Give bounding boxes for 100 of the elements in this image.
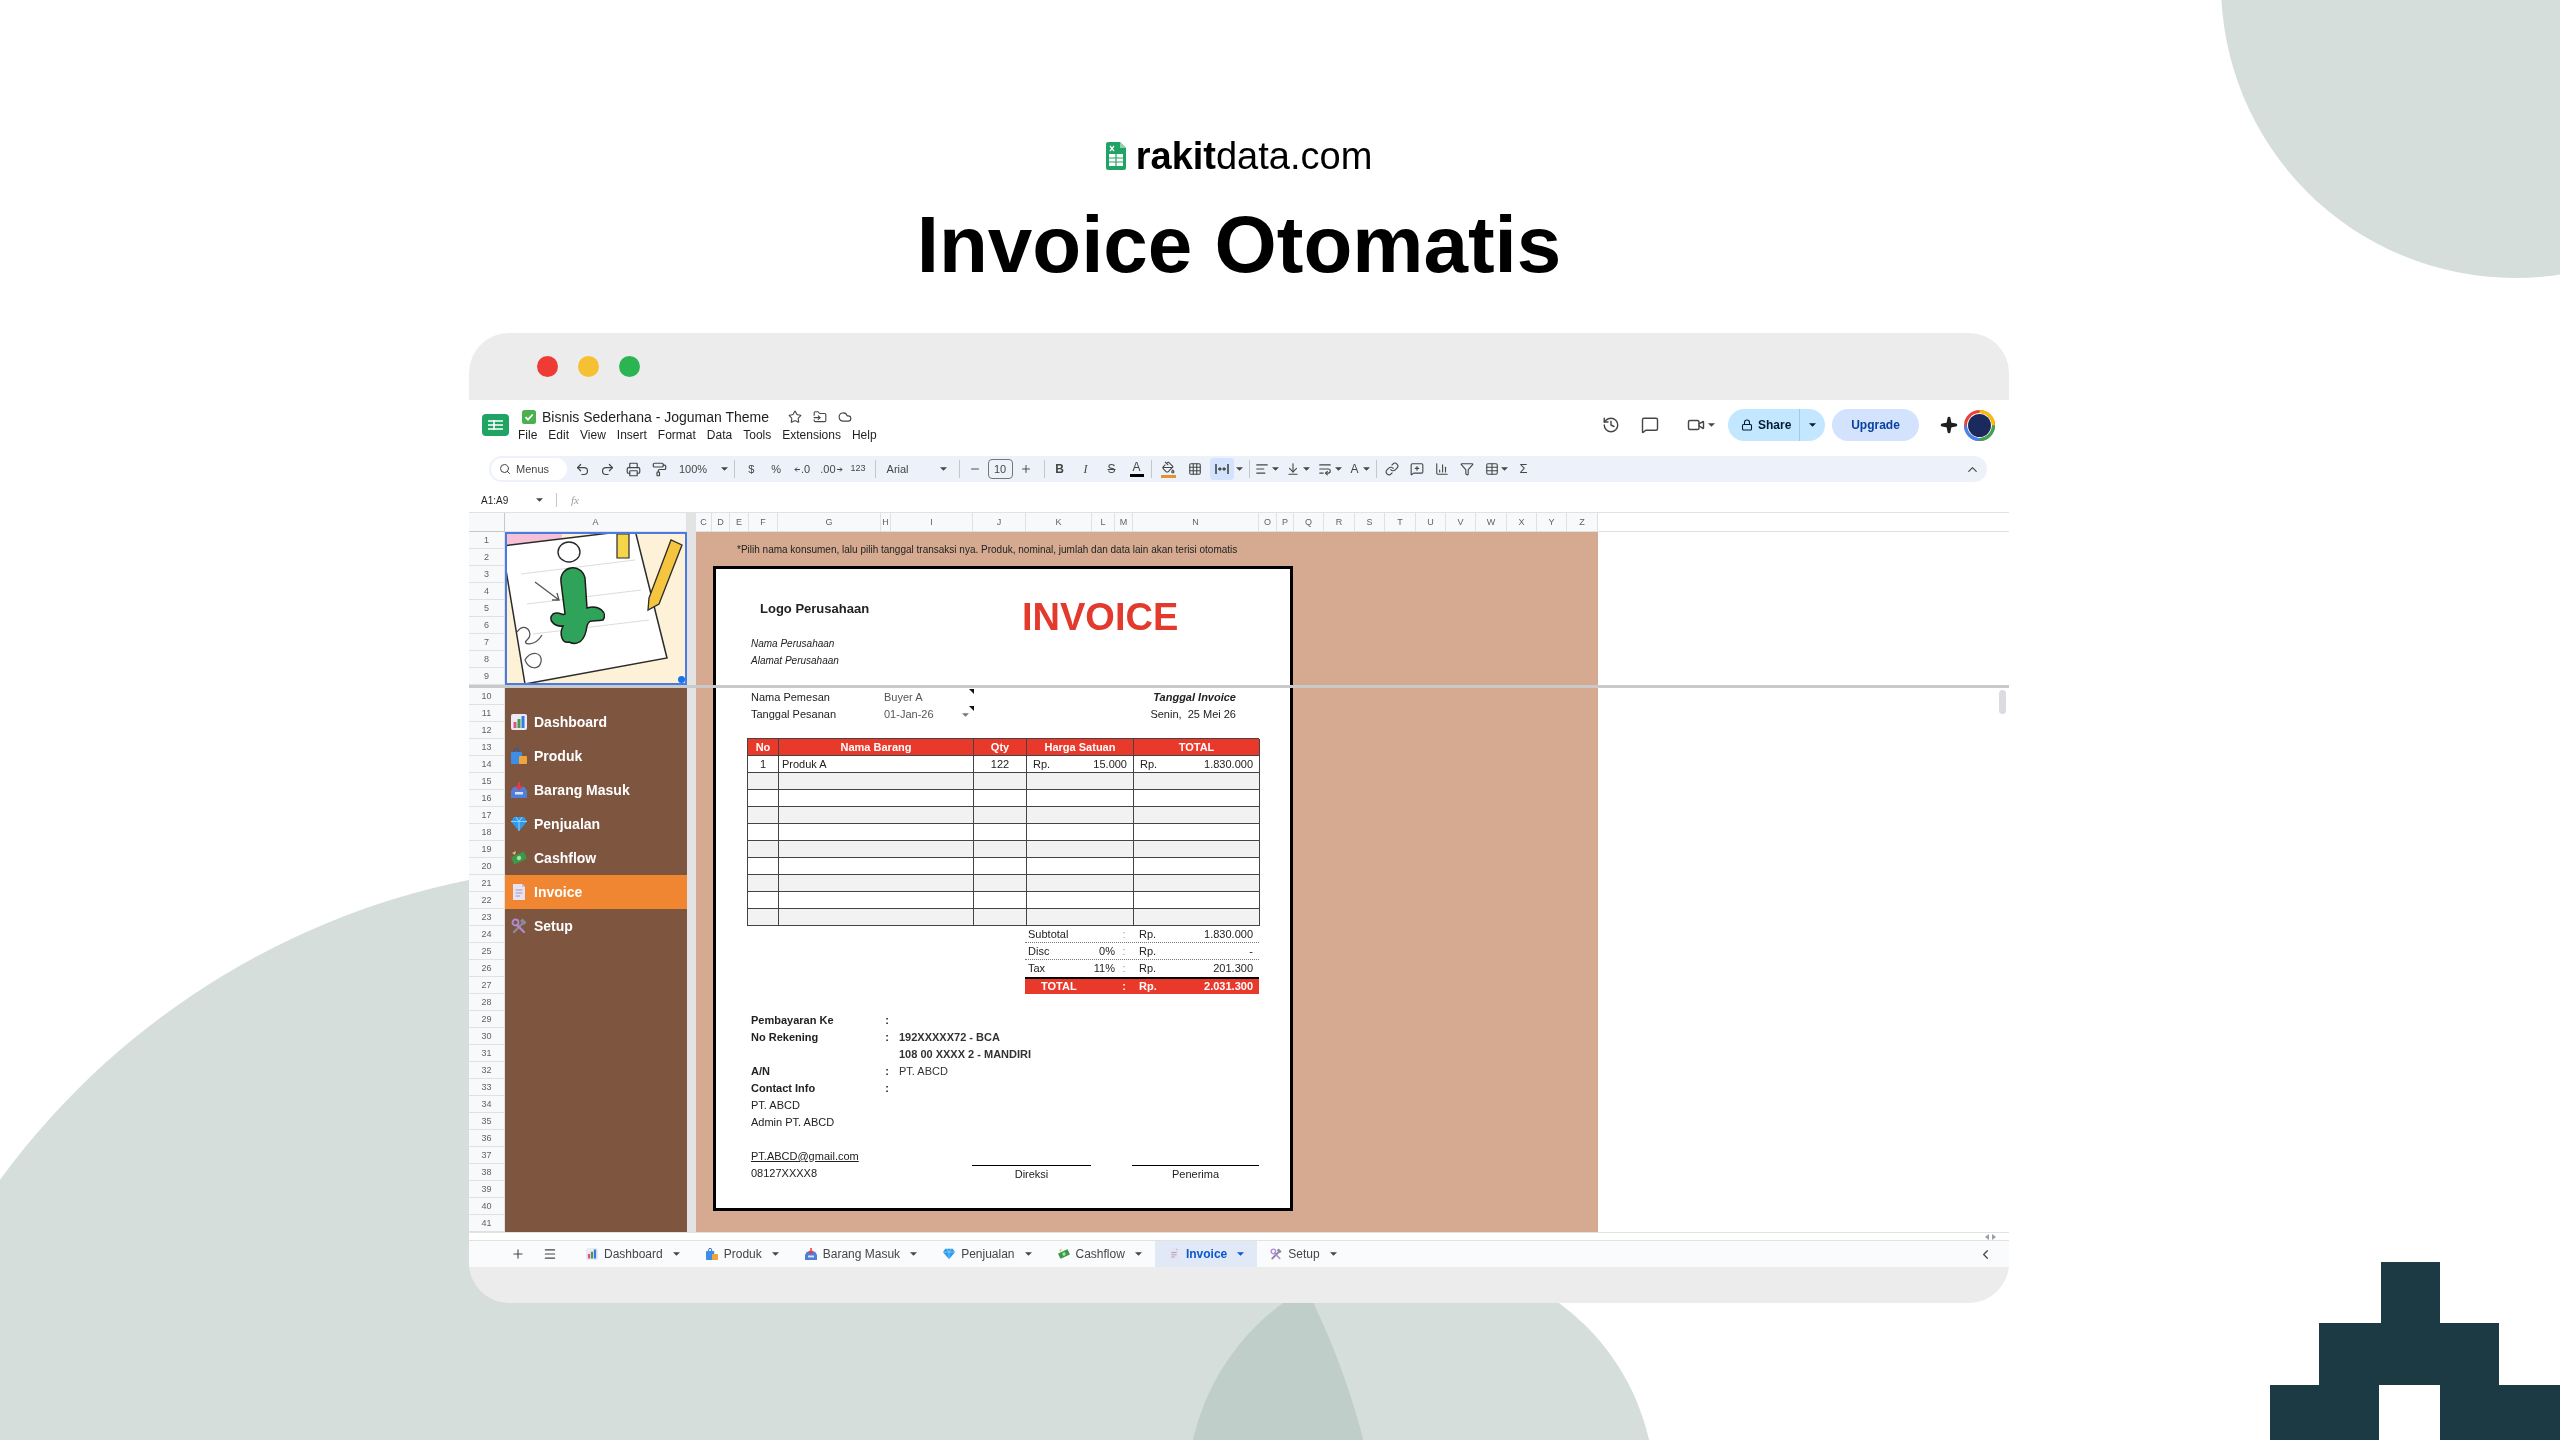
sidebar-item[interactable]: Dashboard	[505, 705, 687, 739]
sheet-tab[interactable]: Dashboard	[573, 1241, 693, 1267]
column-header[interactable]: D	[712, 513, 730, 532]
align-left-icon[interactable]	[1254, 462, 1269, 476]
column-header[interactable]: M	[1115, 513, 1133, 532]
row-header[interactable]: 4	[469, 583, 505, 600]
column-header[interactable]: G	[778, 513, 881, 532]
sparkle-icon[interactable]	[1940, 416, 1958, 434]
column-header[interactable]: X	[1507, 513, 1537, 532]
sheet-tab[interactable]: Barang Masuk	[791, 1241, 931, 1267]
row-header[interactable]: 18	[469, 824, 505, 841]
menu-item[interactable]: Edit	[548, 426, 570, 444]
row-header[interactable]: 10	[469, 688, 505, 705]
column-header[interactable]: C	[696, 513, 712, 532]
row-header[interactable]: 6	[469, 617, 505, 634]
column-header[interactable]: K	[1026, 513, 1092, 532]
chart-icon[interactable]	[1434, 462, 1449, 476]
menu-item[interactable]: Insert	[616, 426, 647, 444]
caret-icon[interactable]	[1500, 467, 1508, 471]
folder-icon[interactable]	[813, 410, 827, 424]
star-icon[interactable]	[788, 410, 802, 424]
all-sheets-menu-icon[interactable]	[543, 1247, 557, 1261]
row-header[interactable]: 2	[469, 549, 505, 566]
row-header[interactable]: 14	[469, 756, 505, 773]
row-header[interactable]: 17	[469, 807, 505, 824]
row-header[interactable]: 13	[469, 739, 505, 756]
wrap-text-icon[interactable]	[1317, 462, 1332, 476]
column-header[interactable]: W	[1476, 513, 1507, 532]
row-header[interactable]: 36	[469, 1130, 505, 1147]
column-header[interactable]: S	[1355, 513, 1385, 532]
row-header[interactable]: 27	[469, 977, 505, 994]
column-header[interactable]: O	[1259, 513, 1277, 532]
currency-format-button[interactable]: $	[748, 460, 755, 478]
column-header[interactable]: A	[505, 513, 687, 532]
row-header[interactable]: 23	[469, 909, 505, 926]
strikethrough-button[interactable]: S	[1103, 460, 1120, 478]
menu-item[interactable]: File	[518, 426, 538, 444]
undo-icon[interactable]	[575, 461, 590, 477]
row-header[interactable]: 32	[469, 1062, 505, 1079]
row-header[interactable]: 3	[469, 566, 505, 583]
column-header[interactable]: R	[1324, 513, 1355, 532]
upgrade-button[interactable]: Upgrade	[1832, 409, 1919, 441]
row-header[interactable]: 40	[469, 1198, 505, 1215]
field-value[interactable]: 01-Jan-26	[884, 708, 934, 720]
decrease-decimal-button[interactable]: .0	[794, 460, 811, 478]
text-color-button[interactable]: A	[1128, 461, 1145, 477]
row-header[interactable]: 41	[469, 1215, 505, 1232]
fill-color-button[interactable]	[1160, 460, 1176, 478]
sheet-tab[interactable]: Produk	[692, 1241, 792, 1267]
sheet-tab[interactable]: Setup	[1257, 1241, 1350, 1267]
menu-item[interactable]: Data	[706, 426, 733, 444]
row-header[interactable]: 1	[469, 532, 505, 549]
number-format-button[interactable]: 123	[850, 462, 866, 476]
row-header[interactable]: 15	[469, 773, 505, 790]
sidebar-item[interactable]: Barang Masuk	[505, 773, 687, 807]
row-header[interactable]: 22	[469, 892, 505, 909]
link-icon[interactable]	[1384, 462, 1399, 476]
column-header[interactable]: F	[749, 513, 778, 532]
bold-button[interactable]: B	[1051, 460, 1068, 478]
column-header[interactable]: Q	[1294, 513, 1324, 532]
row-header[interactable]: 39	[469, 1181, 505, 1198]
vertical-align-icon[interactable]	[1285, 462, 1300, 476]
comment-icon[interactable]	[1641, 416, 1659, 434]
menu-item[interactable]: Extensions	[782, 426, 841, 444]
filter-icon[interactable]	[1459, 462, 1474, 476]
paint-format-icon[interactable]	[652, 461, 667, 477]
column-header[interactable]: T	[1385, 513, 1416, 532]
redo-icon[interactable]	[600, 461, 615, 477]
row-header[interactable]: 12	[469, 722, 505, 739]
row-header[interactable]: 25	[469, 943, 505, 960]
row-header[interactable]: 7	[469, 634, 505, 651]
row-header[interactable]: 26	[469, 960, 505, 977]
row-header[interactable]: 34	[469, 1096, 505, 1113]
row-header[interactable]: 24	[469, 926, 505, 943]
row-header[interactable]: 8	[469, 651, 505, 668]
column-header[interactable]: N	[1133, 513, 1259, 532]
font-dropdown[interactable]: Arial	[886, 460, 947, 478]
menu-item[interactable]: Tools	[743, 426, 772, 444]
row-header[interactable]: 30	[469, 1028, 505, 1045]
column-header[interactable]: J	[973, 513, 1026, 532]
sheet-tab[interactable]: Invoice	[1154, 1241, 1258, 1267]
sidebar-item[interactable]: Setup	[505, 909, 687, 943]
window-close-icon[interactable]	[537, 356, 558, 377]
caret-icon[interactable]	[1271, 467, 1279, 471]
plus-icon[interactable]	[1019, 463, 1032, 475]
text-rotation-button[interactable]: A	[1350, 460, 1370, 478]
history-icon[interactable]	[1602, 416, 1620, 434]
row-header[interactable]: 19	[469, 841, 505, 858]
percent-format-button[interactable]: %	[771, 460, 782, 478]
sidebar-item[interactable]: Penjualan	[505, 807, 687, 841]
column-header[interactable]: Z	[1567, 513, 1598, 532]
email-link[interactable]: PT.ABCD@gmail.com	[751, 1151, 859, 1162]
row-header[interactable]: 28	[469, 994, 505, 1011]
row-header[interactable]: 35	[469, 1113, 505, 1130]
spreadsheet-logo-icon[interactable]	[482, 414, 509, 436]
increase-decimal-button[interactable]: .00	[820, 460, 843, 478]
merge-cells-button[interactable]	[1209, 458, 1234, 480]
column-header[interactable]: I	[891, 513, 973, 532]
row-header[interactable]: 31	[469, 1045, 505, 1062]
table-icon[interactable]	[1484, 462, 1499, 476]
